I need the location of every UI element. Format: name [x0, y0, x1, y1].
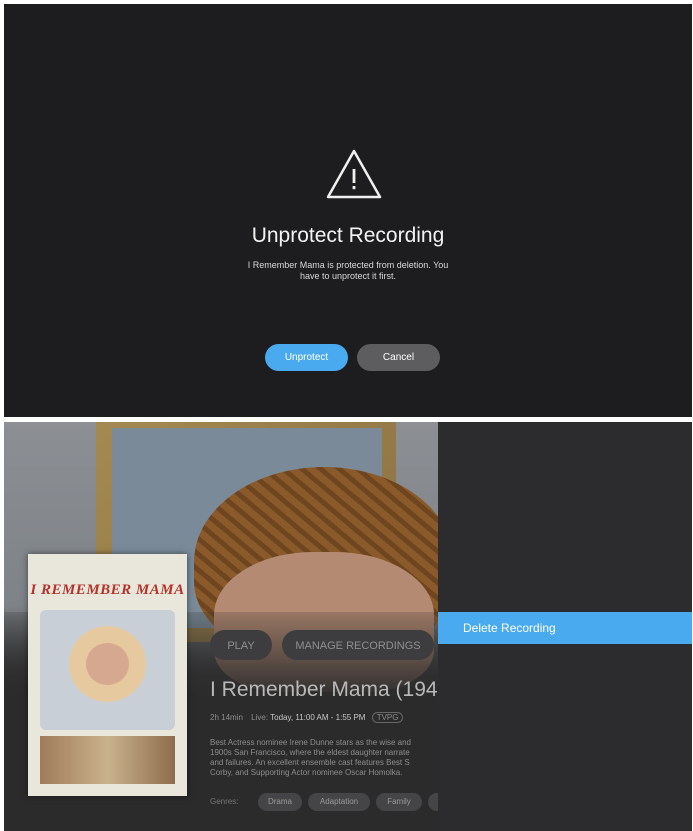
- description-line: Best Actress nominee Irene Dunne stars a…: [210, 738, 411, 747]
- description-line: Corby, and Supporting Actor nominee Osca…: [210, 768, 403, 777]
- options-menu-panel: Delete Recording: [438, 422, 692, 831]
- description-line: and failures. An excellent ensemble cast…: [210, 758, 410, 767]
- hero-backdrop: I REMEMBER MAMA PLAY MANAGE RECORDINGS I…: [4, 422, 438, 831]
- movie-poster: I REMEMBER MAMA: [28, 554, 187, 796]
- recording-detail-screen: I REMEMBER MAMA PLAY MANAGE RECORDINGS I…: [4, 422, 692, 831]
- movie-meta: 2h 14min Live: Today, 11:00 AM - 1:55 PM…: [210, 712, 404, 723]
- genre-chip: Family: [376, 793, 422, 811]
- duration: 2h 14min: [210, 713, 243, 722]
- movie-title: I Remember Mama (194: [210, 678, 438, 701]
- air-time: Today, 11:00 AM - 1:55 PM: [270, 713, 366, 722]
- movie-description: Best Actress nominee Irene Dunne stars a…: [210, 738, 438, 778]
- warning-triangle-icon: [326, 149, 382, 199]
- unprotect-button[interactable]: Unprotect: [265, 344, 348, 371]
- cancel-button[interactable]: Cancel: [357, 344, 440, 371]
- dialog-message-line: have to unprotect it first.: [299, 271, 397, 281]
- unprotect-dialog-screen: Unprotect Recording I Remember Mama is p…: [4, 4, 692, 417]
- dialog-message-line: I Remember Mama is protected from deleti…: [247, 260, 449, 270]
- manage-recordings-button[interactable]: MANAGE RECORDINGS: [282, 630, 434, 660]
- dialog-title: Unprotect Recording: [251, 224, 445, 247]
- dialog-message: I Remember Mama is protected from deleti…: [224, 260, 472, 282]
- genre-chip: Drama: [258, 793, 302, 811]
- poster-title: I REMEMBER MAMA: [30, 582, 185, 598]
- play-button[interactable]: PLAY: [210, 630, 272, 660]
- genre-chip: Adaptation: [308, 793, 370, 811]
- genres-label: Genres:: [210, 797, 239, 806]
- delete-recording-menu-item[interactable]: Delete Recording: [438, 612, 692, 644]
- poster-art: [40, 610, 175, 730]
- live-label: Live:: [251, 713, 269, 722]
- description-line: 1900s San Francisco, where the eldest da…: [210, 748, 410, 757]
- rating-badge: TVPG: [371, 712, 404, 723]
- poster-art-bottom: [40, 736, 175, 784]
